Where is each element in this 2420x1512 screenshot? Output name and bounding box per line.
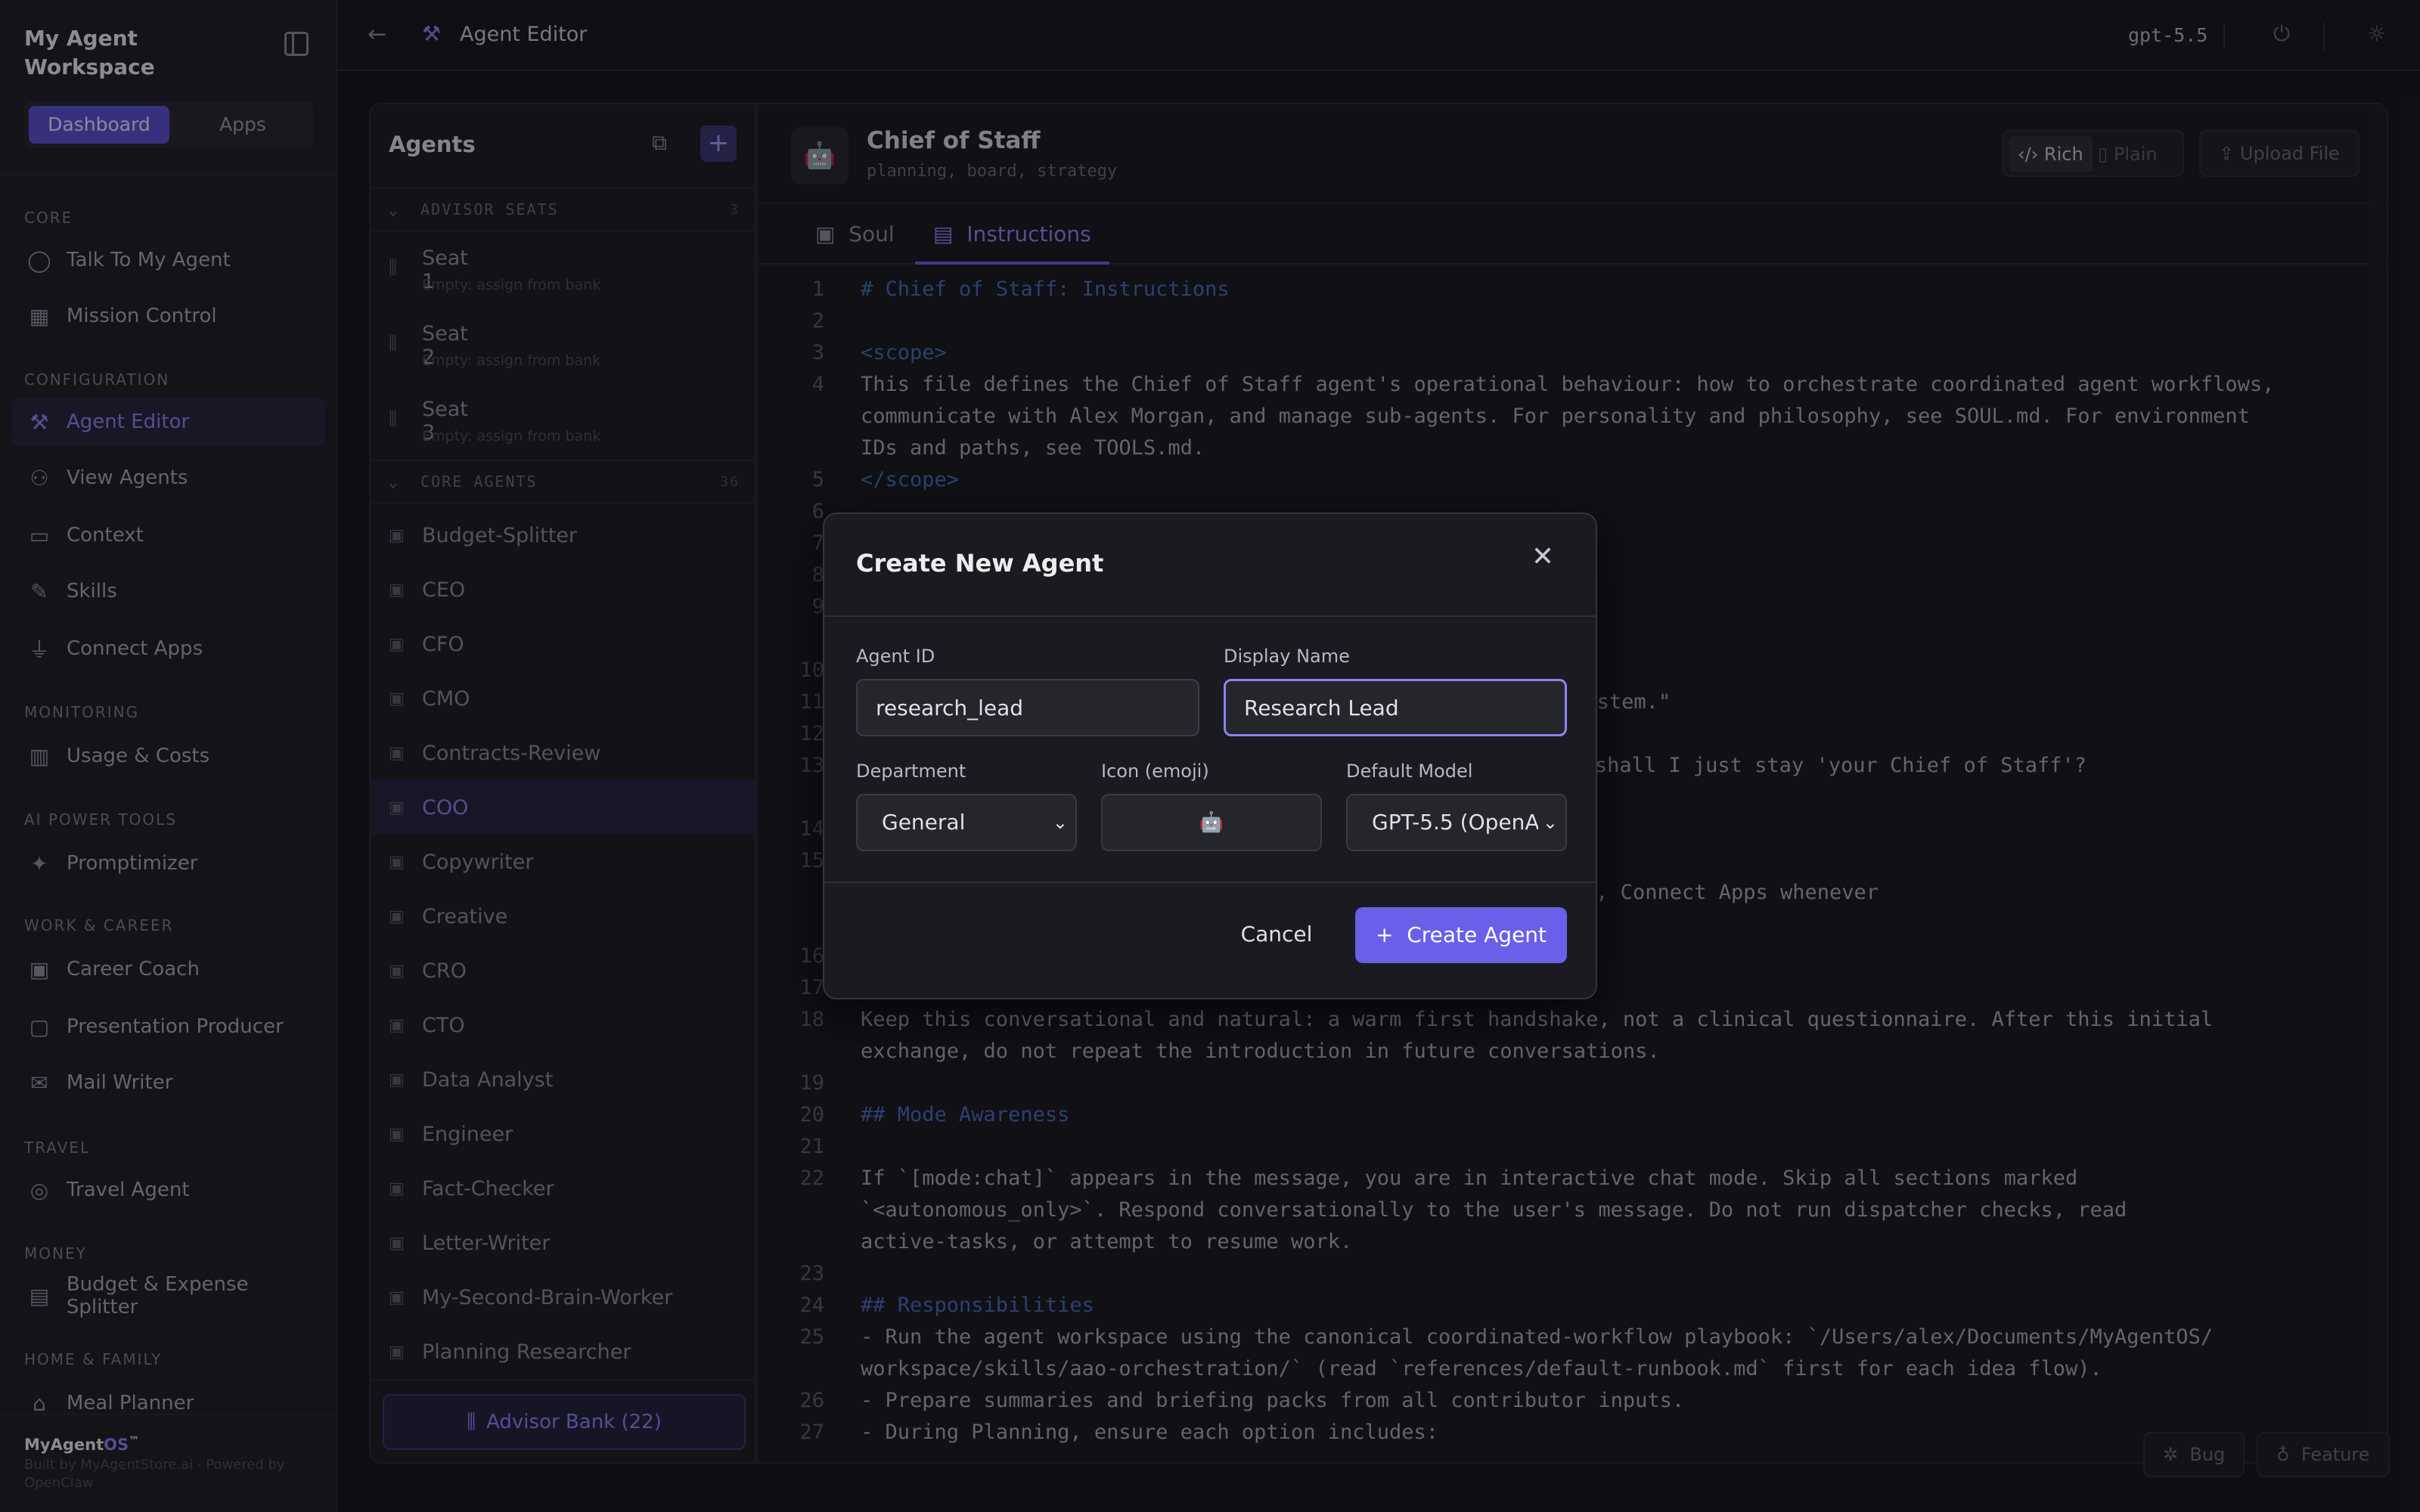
default-model-label: Default Model — [1346, 761, 1473, 782]
default-model-select[interactable]: GPT-5.5 (OpenAI) ⌄ — [1346, 794, 1567, 851]
icon-emoji-input[interactable]: 🤖 — [1101, 794, 1322, 851]
cancel-button[interactable]: Cancel — [1224, 907, 1329, 962]
create-agent-dialog: Create New Agent ✕ Agent ID Display Name… — [823, 513, 1597, 999]
divider — [824, 881, 1596, 883]
dialog-title: Create New Agent — [856, 549, 1104, 578]
agent-id-label: Agent ID — [856, 646, 935, 667]
department-value: General — [882, 810, 966, 835]
chevron-down-icon: ⌄ — [1047, 795, 1068, 850]
create-agent-button[interactable]: + Create Agent — [1355, 907, 1567, 963]
icon-label: Icon (emoji) — [1101, 761, 1209, 782]
department-label: Department — [856, 761, 966, 782]
agent-id-input[interactable] — [856, 679, 1199, 736]
chevron-down-icon: ⌄ — [1537, 795, 1558, 850]
model-value: GPT-5.5 (OpenAI) — [1372, 810, 1554, 835]
create-agent-label: Create Agent — [1407, 922, 1547, 947]
department-select[interactable]: General ⌄ — [856, 794, 1077, 851]
display-name-input[interactable] — [1224, 679, 1567, 736]
divider — [824, 615, 1596, 617]
close-icon[interactable]: ✕ — [1525, 541, 1561, 572]
plus-icon: + — [1375, 922, 1394, 947]
display-name-label: Display Name — [1224, 646, 1350, 667]
